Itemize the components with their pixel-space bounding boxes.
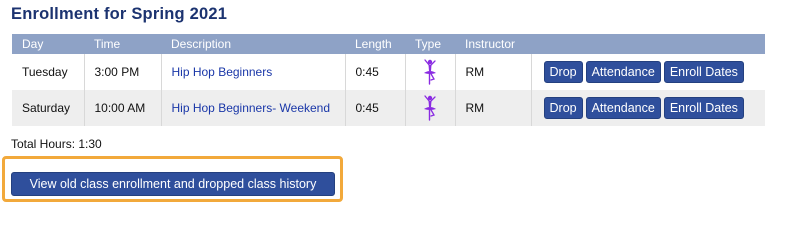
header-instructor: Instructor [465, 37, 516, 51]
cell-length: 0:45 [344, 54, 405, 90]
cell-description: Hip Hop Beginners [160, 54, 345, 90]
cell-description: Hip Hop Beginners- Weekend [160, 90, 345, 126]
cell-time: 10:00 AM [83, 90, 161, 126]
drop-button[interactable]: Drop [543, 97, 583, 119]
class-description-link[interactable]: Hip Hop Beginners- Weekend [172, 101, 331, 115]
enroll-dates-button[interactable]: Enroll Dates [663, 97, 744, 119]
table-header-row: Day Time Description Length Type Instruc… [12, 34, 765, 54]
cell-actions: Drop Attendance Enroll Dates [530, 54, 765, 90]
class-description-link[interactable]: Hip Hop Beginners [172, 65, 273, 79]
header-description: Description [171, 37, 232, 51]
total-hours: Total Hours: 1:30 [11, 137, 102, 151]
dancer-icon [424, 95, 436, 121]
cell-instructor: RM [454, 90, 531, 126]
cell-actions: Drop Attendance Enroll Dates [530, 90, 765, 126]
table-row: Tuesday 3:00 PM Hip Hop Beginners 0:45 R… [12, 54, 765, 90]
header-type: Type [415, 37, 442, 51]
page-title: Enrollment for Spring 2021 [11, 5, 228, 23]
header-length: Length [355, 37, 392, 51]
drop-button[interactable]: Drop [543, 61, 583, 83]
attendance-button[interactable]: Attendance [585, 97, 661, 119]
header-actions [531, 34, 765, 54]
cell-time: 3:00 PM [83, 54, 161, 90]
enrollment-table: Day Time Description Length Type Instruc… [12, 34, 765, 126]
table-row: Saturday 10:00 AM Hip Hop Beginners- Wee… [12, 90, 765, 126]
cell-day: Saturday [22, 101, 71, 115]
header-time: Time [94, 37, 121, 51]
enroll-dates-button[interactable]: Enroll Dates [663, 61, 744, 83]
view-history-button[interactable]: View old class enrollment and dropped cl… [11, 172, 335, 196]
cell-day: Tuesday [22, 65, 68, 79]
cell-length: 0:45 [344, 90, 405, 126]
header-day: Day [22, 37, 44, 51]
cell-type [404, 54, 455, 90]
cell-instructor: RM [454, 54, 531, 90]
dancer-icon [424, 59, 436, 85]
attendance-button[interactable]: Attendance [585, 61, 661, 83]
cell-type [404, 90, 455, 126]
